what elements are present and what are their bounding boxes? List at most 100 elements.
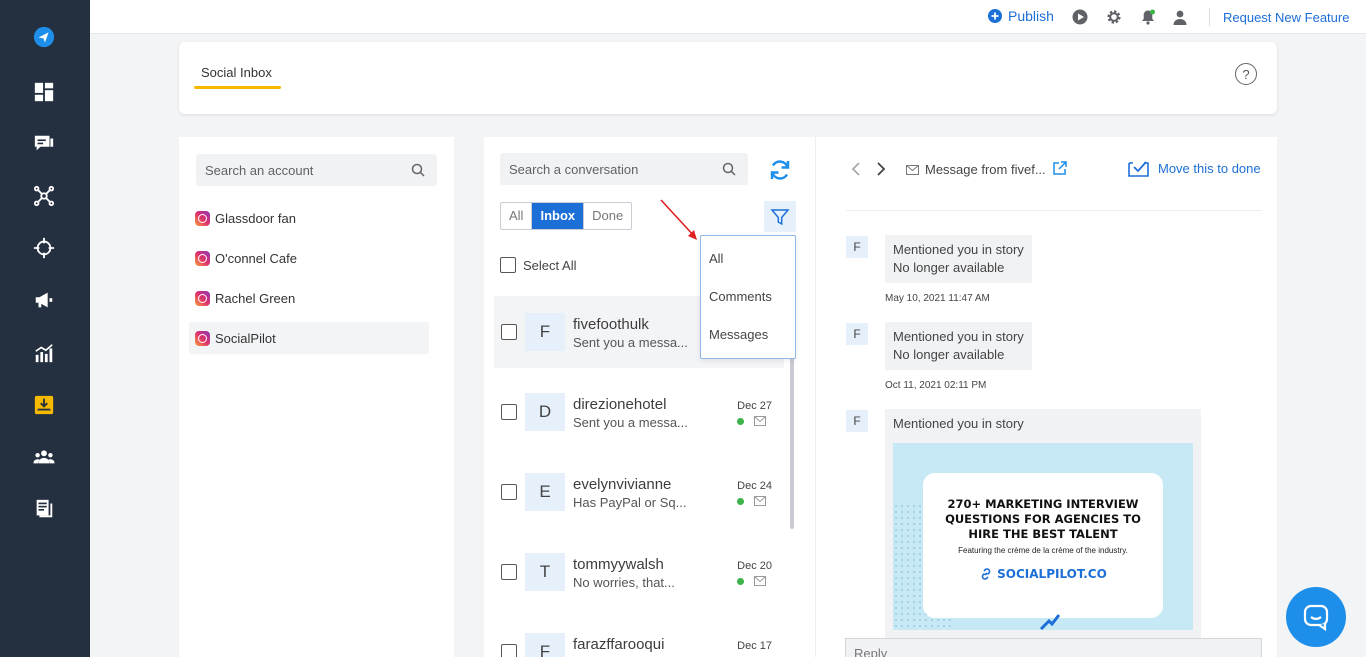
link-icon — [981, 568, 991, 580]
refresh-icon[interactable] — [768, 158, 792, 182]
user-icon[interactable] — [1172, 9, 1188, 25]
content-library-icon[interactable] — [31, 496, 57, 522]
segment-inbox[interactable]: Inbox — [531, 203, 584, 229]
bell-icon[interactable] — [1140, 9, 1156, 25]
accounts-panel: Glassdoor fan O'connel Cafe Rachel Green… — [179, 137, 454, 657]
message-from-label: Message from fivef... — [925, 162, 1046, 177]
segment-all[interactable]: All — [501, 203, 531, 229]
avatar: D — [525, 393, 565, 431]
segment-done[interactable]: Done — [583, 203, 631, 229]
top-bar: Publish Request New Feature — [90, 0, 1366, 34]
instagram-icon — [195, 210, 210, 226]
conversation-date: Dec 20 — [737, 560, 772, 572]
arrow-up-icon — [1039, 614, 1061, 630]
active-tab-indicator — [194, 86, 281, 89]
message-timestamp: May 10, 2021 11:47 AM — [885, 293, 990, 304]
conversation-checkbox[interactable] — [501, 324, 517, 340]
logo-icon[interactable] — [31, 24, 57, 50]
account-name: Glassdoor fan — [215, 210, 296, 226]
inbox-icon[interactable] — [31, 392, 57, 418]
filter-option-comments[interactable]: Comments — [709, 289, 772, 304]
arrow-annotation-icon — [660, 199, 697, 240]
filter-option-all[interactable]: All — [709, 251, 723, 266]
story-subtitle: Featuring the crème de la crème of the i… — [958, 546, 1128, 555]
conversation-name: direzionehotel — [573, 396, 667, 413]
message-panel: Message from fivef... Move this to done … — [815, 137, 1277, 657]
megaphone-icon[interactable] — [31, 287, 57, 313]
inbox-check-icon — [1128, 161, 1149, 177]
conversation-checkbox[interactable] — [501, 484, 517, 500]
external-link-icon[interactable] — [1052, 161, 1067, 176]
select-all-checkbox[interactable] — [500, 257, 516, 273]
move-to-done-button[interactable]: Move this to done — [1128, 159, 1261, 177]
chat-icon — [1303, 604, 1329, 631]
mail-icon — [754, 416, 766, 426]
conversation-item[interactable]: T tommyywalsh No worries, that... Dec 20 — [494, 536, 784, 608]
search-icon[interactable] — [411, 163, 425, 177]
chevron-right-icon[interactable] — [874, 161, 888, 177]
account-item-glassdoor-fan[interactable]: Glassdoor fan — [189, 202, 429, 234]
message-bubble: Mentioned you in story No longer availab… — [885, 322, 1032, 370]
avatar: F — [846, 410, 868, 432]
inbox-tab-card: Social Inbox ? — [179, 42, 1277, 114]
message-source: Message from fivef... — [906, 162, 1046, 177]
conversation-preview: No worries, that... — [573, 575, 675, 590]
conversation-preview: Has PayPal or Sq... — [573, 495, 687, 510]
conversation-name: farazffarooqui — [573, 636, 665, 653]
select-all[interactable]: Select All — [500, 257, 576, 273]
message-timestamp: Oct 11, 2021 02:11 PM — [885, 380, 987, 391]
account-item-rachel-green[interactable]: Rachel Green — [189, 282, 429, 314]
dashboard-icon[interactable] — [31, 79, 57, 105]
account-item-socialpilot[interactable]: SocialPilot — [189, 322, 429, 354]
account-search — [196, 154, 437, 186]
conversation-item[interactable]: E evelynvivianne Has PayPal or Sq... Dec… — [494, 456, 784, 528]
team-icon[interactable] — [31, 444, 57, 470]
online-status-dot — [737, 578, 744, 585]
chevron-left-icon[interactable] — [849, 161, 863, 177]
play-icon[interactable] — [1072, 9, 1088, 25]
plus-circle-icon — [988, 9, 1002, 23]
conversation-item[interactable]: F farazffarooqui Dec 17 — [494, 616, 784, 657]
avatar: F — [525, 633, 565, 657]
account-name: O'connel Cafe — [215, 250, 297, 266]
message-text: No longer available — [893, 347, 1005, 362]
connect-icon[interactable] — [31, 183, 57, 209]
conversation-date: Dec 17 — [737, 640, 772, 652]
funnel-icon — [770, 208, 790, 225]
message-bubble: Mentioned you in story No longer availab… — [885, 235, 1032, 283]
gear-icon[interactable] — [1106, 9, 1122, 25]
mail-icon — [754, 576, 766, 586]
divider — [1209, 8, 1210, 26]
filter-option-messages[interactable]: Messages — [709, 327, 768, 342]
scrollbar[interactable] — [790, 357, 794, 529]
mail-icon — [906, 164, 919, 175]
conversation-checkbox[interactable] — [501, 564, 517, 580]
conversation-checkbox[interactable] — [501, 404, 517, 420]
search-icon[interactable] — [722, 162, 736, 176]
publish-button[interactable]: Publish — [988, 8, 1054, 24]
account-item-oconnel-cafe[interactable]: O'connel Cafe — [189, 242, 429, 274]
message-text: Mentioned you in story — [893, 416, 1024, 431]
conversation-search-input[interactable] — [500, 153, 710, 185]
conversation-checkbox[interactable] — [501, 644, 517, 657]
target-icon[interactable] — [31, 235, 57, 261]
request-feature-link[interactable]: Request New Feature — [1223, 10, 1349, 25]
divider — [846, 210, 1262, 211]
account-search-input[interactable] — [196, 154, 396, 186]
move-to-done-label: Move this to done — [1158, 160, 1261, 176]
conversation-item[interactable]: D direzionehotel Sent you a messa... Dec… — [494, 376, 784, 448]
reply-input[interactable] — [846, 639, 1261, 657]
analytics-icon[interactable] — [31, 340, 57, 366]
online-status-dot — [737, 498, 744, 505]
story-image[interactable]: 270+ MARKETING INTERVIEW QUESTIONS FOR A… — [893, 443, 1193, 630]
select-all-label: Select All — [523, 257, 577, 273]
message-text: Mentioned you in story — [893, 329, 1024, 344]
help-icon[interactable]: ? — [1235, 63, 1257, 85]
conversation-preview: Sent you a messa... — [573, 335, 688, 350]
compose-icon[interactable] — [31, 131, 57, 157]
panel-divider — [815, 137, 816, 657]
tab-social-inbox[interactable]: Social Inbox — [201, 65, 272, 80]
filter-button[interactable] — [764, 201, 796, 232]
online-status-dot — [737, 418, 744, 425]
help-chat-button[interactable] — [1286, 587, 1346, 647]
